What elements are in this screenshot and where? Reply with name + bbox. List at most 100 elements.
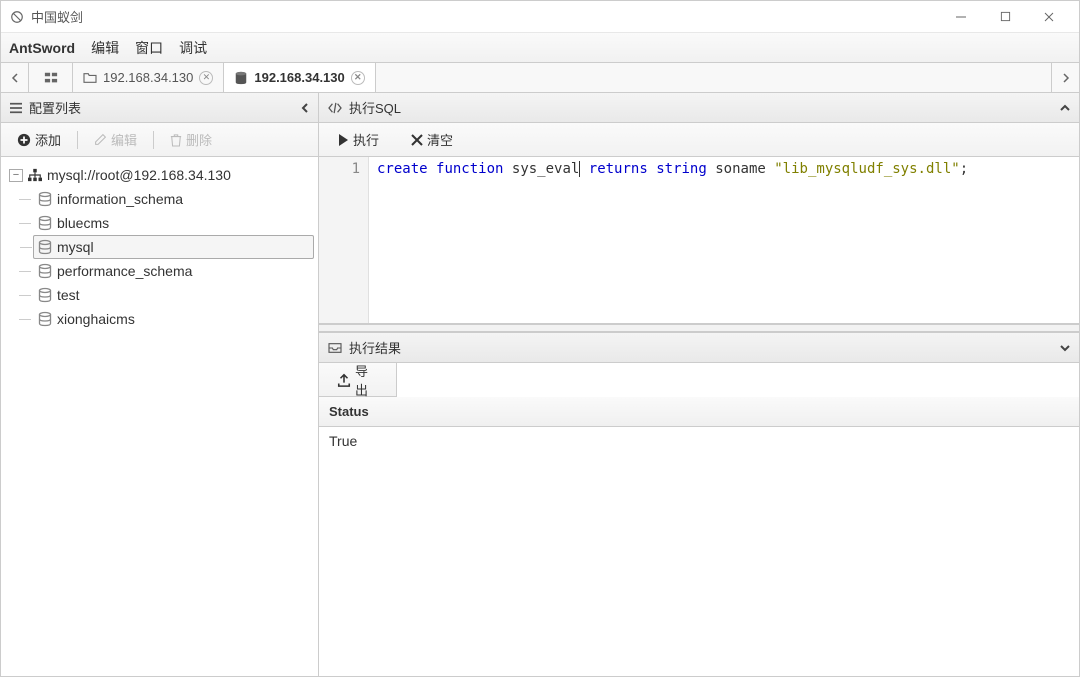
result-column-header: Status (319, 397, 1079, 427)
tab-home[interactable] (29, 63, 73, 92)
edit-button[interactable]: 编辑 (86, 126, 145, 153)
tab-close-icon[interactable]: ✕ (351, 71, 365, 85)
result-toolbar: 导出 (319, 363, 397, 397)
collapse-up-icon[interactable] (1059, 103, 1071, 113)
upload-icon (337, 373, 351, 387)
tab-close-icon[interactable]: ✕ (199, 71, 213, 85)
db-label: information_schema (57, 191, 183, 207)
config-panel: 配置列表 添加 编辑 (1, 93, 319, 676)
menu-edit[interactable]: 编辑 (91, 38, 119, 58)
tab-database[interactable]: 192.168.34.130 ✕ (224, 63, 375, 92)
sql-panel-header: 执行SQL (319, 93, 1079, 123)
connection-tree: − mysql://root@192.168.34.130 informatio… (1, 157, 318, 676)
database-icon (37, 311, 53, 327)
export-button[interactable]: 导出 (329, 357, 386, 403)
sitemap-icon (27, 168, 43, 182)
menu-debug[interactable]: 调试 (179, 38, 207, 58)
menu-app-name[interactable]: AntSword (9, 40, 75, 56)
delete-button[interactable]: 删除 (162, 126, 220, 153)
menubar: AntSword 编辑 窗口 调试 (1, 33, 1079, 63)
ident-syseval: sys_eval (512, 161, 579, 177)
tab-scroll-right[interactable] (1051, 63, 1079, 92)
kw-soname: soname (715, 161, 766, 177)
database-icon (37, 191, 53, 207)
collapse-icon[interactable]: − (9, 169, 23, 182)
separator (153, 131, 154, 149)
db-label: bluecms (57, 215, 109, 231)
list-icon (9, 102, 23, 114)
config-panel-title: 配置列表 (29, 98, 81, 117)
tab-folder[interactable]: 192.168.34.130 ✕ (73, 63, 224, 92)
collapse-down-icon[interactable] (1059, 343, 1071, 353)
tree-db-node-selected[interactable]: mysql (33, 235, 314, 259)
result-panel-header: 执行结果 (319, 333, 1079, 363)
result-panel-title: 执行结果 (349, 338, 401, 357)
minimize-button[interactable] (939, 3, 983, 31)
tab-label: 192.168.34.130 (103, 70, 193, 85)
pencil-icon (94, 133, 107, 146)
database-icon (37, 239, 53, 255)
tree-connection-node[interactable]: − mysql://root@192.168.34.130 (5, 163, 314, 187)
maximize-button[interactable] (983, 3, 1027, 31)
sql-editor[interactable]: 1 create function sys_eval returns strin… (319, 157, 1079, 323)
kw-string: string (656, 161, 707, 177)
database-icon (37, 287, 53, 303)
database-icon (37, 263, 53, 279)
database-icon (234, 71, 248, 85)
app-icon (9, 9, 25, 25)
status-header: Status (329, 404, 369, 419)
config-panel-header: 配置列表 (1, 93, 318, 123)
database-list: information_schema bluecms mysql perform… (5, 187, 314, 331)
line-number: 1 (319, 161, 360, 177)
db-label: mysql (57, 239, 94, 255)
execute-label: 执行 (353, 130, 379, 149)
tree-db-node[interactable]: information_schema (33, 187, 314, 211)
collapse-left-icon[interactable] (300, 103, 310, 113)
trash-icon (170, 133, 182, 147)
db-label: xionghaicms (57, 311, 135, 327)
kw-function: function (436, 161, 503, 177)
close-button[interactable] (1027, 3, 1071, 31)
add-button[interactable]: 添加 (9, 126, 69, 153)
export-label: 导出 (355, 361, 378, 399)
clear-label: 清空 (427, 130, 453, 149)
kw-create: create (377, 161, 428, 177)
play-icon (337, 133, 349, 147)
tree-db-node[interactable]: xionghaicms (33, 307, 314, 331)
sql-code[interactable]: create function sys_eval returns string … (369, 157, 976, 323)
tree-db-node[interactable]: test (33, 283, 314, 307)
tabbar: 192.168.34.130 ✕ 192.168.34.130 ✕ (1, 63, 1079, 93)
window-controls (939, 3, 1071, 31)
add-label: 添加 (35, 130, 61, 149)
delete-label: 删除 (186, 130, 212, 149)
kw-returns: returns (589, 161, 648, 177)
edit-label: 编辑 (111, 130, 137, 149)
tab-scroll-left[interactable] (1, 63, 29, 92)
sql-toolbar: 执行 清空 (319, 123, 1079, 157)
connection-label: mysql://root@192.168.34.130 (47, 167, 231, 183)
db-label: performance_schema (57, 263, 192, 279)
x-icon (411, 134, 423, 146)
clear-button[interactable]: 清空 (403, 126, 461, 153)
separator (77, 131, 78, 149)
sql-panel-title: 执行SQL (349, 98, 401, 117)
str-literal: "lib_mysqludf_sys.dll" (774, 161, 959, 177)
execute-button[interactable]: 执行 (329, 126, 387, 153)
panel-spacer[interactable] (319, 324, 1079, 332)
db-label: test (57, 287, 80, 303)
right-panel: 执行SQL 执行 清空 (319, 93, 1079, 676)
tree-db-node[interactable]: performance_schema (33, 259, 314, 283)
tree-db-node[interactable]: bluecms (33, 211, 314, 235)
status-value: True (329, 433, 357, 449)
main-area: 配置列表 添加 编辑 (1, 93, 1079, 676)
plus-icon (17, 133, 31, 147)
sql-panel: 执行SQL 执行 清空 (319, 93, 1079, 324)
window-title: 中国蚁剑 (31, 7, 939, 26)
database-icon (37, 215, 53, 231)
line-gutter: 1 (319, 157, 369, 323)
menu-window[interactable]: 窗口 (135, 38, 163, 58)
folder-icon (83, 72, 97, 84)
inbox-icon (327, 342, 343, 354)
config-toolbar: 添加 编辑 删除 (1, 123, 318, 157)
tab-label: 192.168.34.130 (254, 70, 344, 85)
